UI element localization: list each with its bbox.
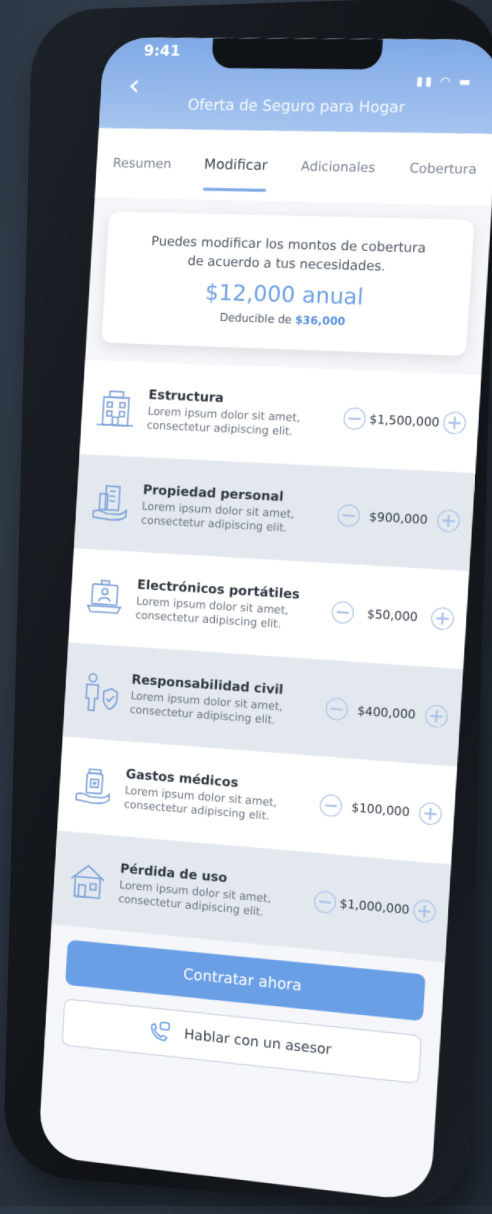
- laptop-icon: [81, 574, 128, 622]
- amount-stepper: $1,500,000: [343, 407, 467, 435]
- tab-modificar[interactable]: Modificar: [199, 149, 272, 182]
- status-indicators-icon: ▮▮ ◠ ▬: [416, 74, 473, 89]
- tab-resumen[interactable]: Resumen: [108, 148, 176, 180]
- phone-screen: 9:41 ▮▮ ◠ ▬ ‹ Oferta de Seguro para Hoga…: [38, 37, 492, 1202]
- tab-bar: Resumen Modificar Adicionales Cobertura: [95, 128, 492, 206]
- page-title: Oferta de Seguro para Hogar: [100, 95, 492, 118]
- row-text: Responsabilidad civil Lorem ipsum dolor …: [129, 672, 327, 731]
- plus-button[interactable]: [443, 411, 467, 434]
- amount-value: $400,000: [347, 703, 425, 723]
- phone-notch: [211, 38, 383, 69]
- person-shield-icon: [76, 668, 123, 716]
- deductible-value: $36,000: [295, 313, 346, 328]
- summary-card: Puedes modificar los montos de cobertura…: [102, 211, 475, 355]
- minus-button[interactable]: [337, 504, 361, 527]
- row-text: Estructura Lorem ipsum dolor sit amet, c…: [146, 387, 344, 440]
- deductible-label: Deducible de: [219, 311, 291, 326]
- amount-value: $50,000: [353, 606, 431, 625]
- phone-chat-icon: [147, 1019, 172, 1045]
- row-text: Pérdida de uso Lorem ipsum dolor sit ame…: [118, 861, 315, 924]
- minus-button[interactable]: [319, 794, 342, 818]
- medicine-hand-icon: [70, 762, 117, 811]
- row-text: Propiedad personal Lorem ipsum dolor sit…: [141, 482, 339, 537]
- amount-stepper: $100,000: [319, 794, 442, 826]
- tab-cobertura[interactable]: Cobertura: [404, 153, 481, 186]
- plus-button[interactable]: [431, 607, 455, 631]
- plus-button[interactable]: [424, 704, 448, 728]
- minus-button[interactable]: [313, 890, 336, 914]
- hand-building-icon: [87, 479, 134, 527]
- amount-stepper: $50,000: [331, 601, 455, 631]
- amount-value: $1,000,000: [336, 896, 414, 917]
- minus-button[interactable]: [331, 601, 355, 625]
- amount-value: $100,000: [342, 800, 420, 820]
- amount-stepper: $1,000,000: [313, 890, 436, 923]
- building-icon: [92, 385, 139, 432]
- amount-stepper: $900,000: [337, 504, 461, 533]
- row-text: Gastos médicos Lorem ipsum dolor sit ame…: [124, 767, 322, 828]
- minus-button[interactable]: [325, 697, 349, 721]
- hablar-asesor-label: Hablar con un asesor: [184, 1027, 332, 1059]
- tab-adicionales[interactable]: Adicionales: [296, 151, 380, 184]
- plus-button[interactable]: [437, 509, 461, 533]
- row-text: Electrónicos portátiles Lorem ipsum dolo…: [135, 577, 333, 634]
- minus-button[interactable]: [343, 407, 367, 430]
- status-time: 9:41: [144, 42, 181, 60]
- amount-stepper: $400,000: [325, 697, 448, 728]
- plus-button[interactable]: [418, 802, 442, 826]
- amount-value: $1,500,000: [365, 412, 443, 430]
- house-icon: [64, 856, 111, 905]
- amount-value: $900,000: [359, 509, 437, 527]
- plus-button[interactable]: [412, 899, 436, 923]
- phone-frame: 9:41 ▮▮ ◠ ▬ ‹ Oferta de Seguro para Hoga…: [3, 0, 492, 1213]
